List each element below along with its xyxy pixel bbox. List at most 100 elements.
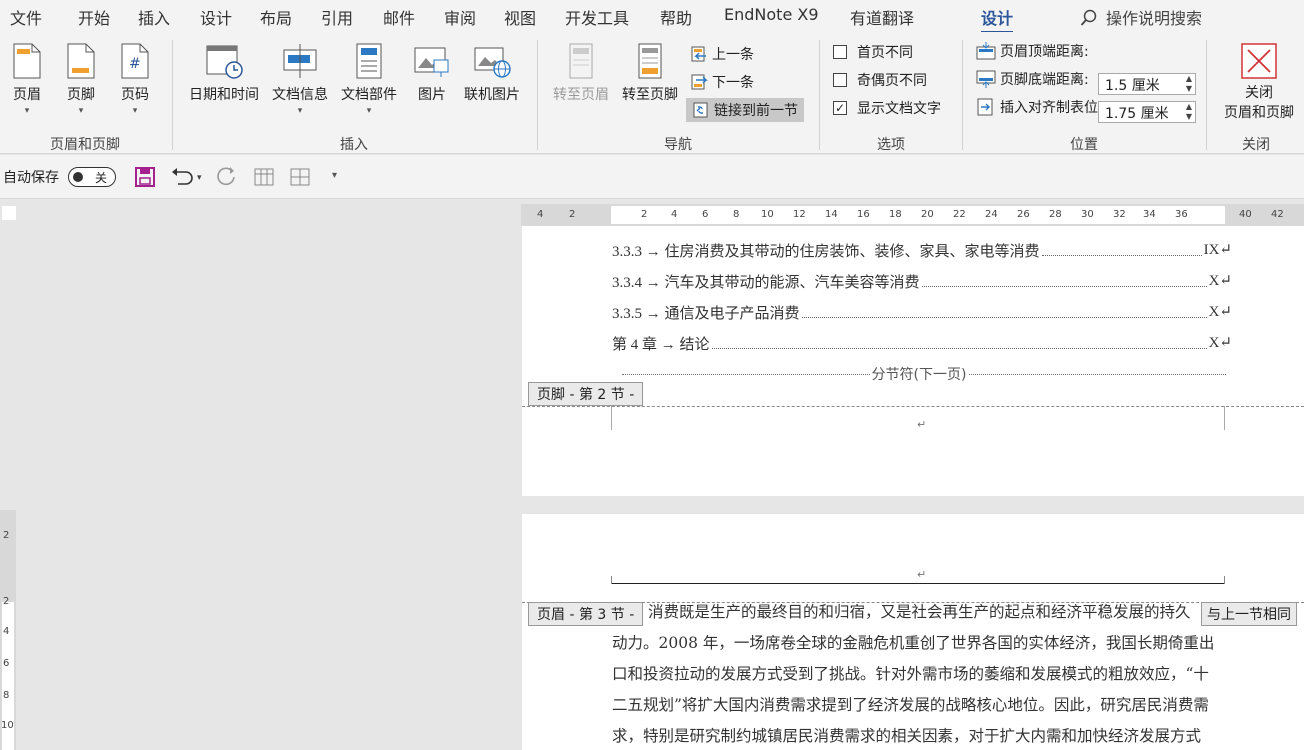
svg-text:▾: ▾	[197, 173, 202, 183]
ribbon-divider	[537, 40, 538, 150]
ruler-tick: 2	[3, 530, 10, 541]
group-insert-label: 插入	[340, 137, 368, 153]
document-info-icon	[283, 44, 317, 78]
checkbox-checked: ✓	[833, 101, 847, 115]
header-top-distance-input[interactable]: 1.5 厘米 ▲ ▼	[1098, 73, 1196, 95]
calendar-clock-icon	[206, 45, 243, 79]
body-line: 求，特别是研究制约城镇居民消费需求的相关因素，对于扩大内需和加快经济发展方式	[612, 727, 1202, 745]
header-button[interactable]: 页眉 ▾	[8, 42, 46, 116]
link-to-previous-button[interactable]: 链接到前一节	[686, 98, 804, 122]
ruler-tick: 18	[889, 209, 902, 220]
insert-alignment-tab-button[interactable]: 插入对齐制表位	[976, 97, 1098, 117]
toc-entry[interactable]: 3.3.4 → 汽车及其带动的能源、汽车美容等消费 X↵	[612, 271, 1232, 292]
autosave-toggle[interactable]: 关	[68, 167, 116, 187]
body-line: 消费既是生产的最终目的和归宿，又是社会再生产的起点和经济平稳发展的持久	[648, 603, 1191, 621]
document-info-button[interactable]: 文档信息 ▾	[270, 42, 330, 116]
toc-entry[interactable]: 3.3.3 → 住房消费及其带动的住房装饰、装修、家具、家电等消费 IX↵	[612, 240, 1232, 261]
ruler-tick: 8	[3, 690, 10, 701]
previous-button[interactable]: 上一条	[690, 44, 754, 64]
tab-design[interactable]: 设计	[200, 5, 232, 29]
footer-icon	[67, 43, 95, 79]
different-odd-even-checkbox[interactable]: 奇偶页不同	[833, 70, 927, 90]
customize-qat-icon[interactable]: ▾	[332, 170, 337, 181]
ruler-tick: 34	[1143, 209, 1156, 220]
ribbon-divider	[819, 40, 820, 150]
toc-entry[interactable]: 3.3.5 → 通信及电子产品消费 X↵	[612, 302, 1232, 323]
ribbon-divider	[172, 40, 173, 150]
group-position-label: 位置	[1070, 137, 1098, 153]
horizontal-ruler[interactable]: 4 2 2 4 6 8 10 12 14 16 18 20 22 24 26 2…	[521, 204, 1304, 226]
spinner-arrows[interactable]: ▲ ▼	[1186, 102, 1192, 122]
goto-header-button[interactable]: 转至页眉	[550, 42, 612, 104]
ruler-tick: 4	[671, 209, 678, 220]
tab-help[interactable]: 帮助	[660, 5, 692, 29]
different-first-page-checkbox[interactable]: 首页不同	[833, 42, 913, 62]
body-line: 二五规划”将扩大国内消费需求提到了经济发展的战略核心地位。因此，研究居民消费需	[612, 696, 1209, 714]
autosave-label: 自动保存	[3, 170, 59, 186]
table-layout-icon[interactable]	[289, 166, 311, 188]
footer-section-tag: 页脚 - 第 2 节 -	[528, 382, 644, 406]
tab-youdao[interactable]: 有道翻译	[850, 5, 914, 29]
picture-button[interactable]: 图片	[410, 42, 454, 104]
undo-icon[interactable]: ▾	[170, 166, 206, 188]
header-icon	[13, 43, 41, 79]
ruler-tick: 2	[3, 596, 10, 607]
tab-view[interactable]: 视图	[504, 5, 536, 29]
online-picture-button[interactable]: 联机图片	[462, 42, 522, 104]
online-picture-icon	[474, 47, 511, 78]
ribbon-divider	[1206, 40, 1207, 150]
tab-home[interactable]: 开始	[78, 5, 110, 29]
goto-footer-icon	[638, 43, 662, 79]
document-parts-icon	[356, 43, 382, 79]
next-button[interactable]: 下一条	[690, 72, 754, 92]
paragraph-mark: ↵	[917, 418, 927, 431]
footer-bottom-distance-input[interactable]: 1.75 厘米 ▲ ▼	[1098, 101, 1196, 123]
same-as-previous-tag: 与上一节相同	[1201, 602, 1297, 626]
footer-button[interactable]: 页脚 ▾	[62, 42, 100, 116]
ruler-tick: 8	[733, 209, 740, 220]
tab-developer[interactable]: 开发工具	[565, 5, 629, 29]
toc-entry[interactable]: 第 4 章 → 结论 X↵	[612, 333, 1232, 354]
ruler-tick: 32	[1113, 209, 1126, 220]
search-box[interactable]: 操作说明搜索	[1080, 5, 1202, 29]
tab-insert[interactable]: 插入	[138, 5, 170, 29]
goto-footer-button[interactable]: 转至页脚	[619, 42, 681, 104]
table-grid-icon[interactable]	[253, 166, 275, 188]
svg-text:#: #	[129, 56, 141, 72]
tab-layout[interactable]: 布局	[260, 5, 292, 29]
header-section-tag: 页眉 - 第 3 节 -	[528, 602, 644, 626]
tab-endnote[interactable]: EndNote X9	[724, 5, 819, 24]
page-number-icon: #	[121, 43, 149, 79]
tab-selector[interactable]	[2, 206, 16, 220]
tab-file[interactable]: 文件	[10, 5, 42, 29]
footer-position-icon	[976, 70, 996, 88]
page-number-button[interactable]: # 页码 ▾	[116, 42, 154, 116]
document-parts-button[interactable]: 文档部件 ▾	[338, 42, 400, 116]
date-time-button[interactable]: 日期和时间	[186, 42, 262, 104]
ribbon: 页眉 ▾ 页脚 ▾ # 页码 ▾ 页眉和页脚 日期和时间 文档信息 ▾ 文档部件 ▾ 图片…	[0, 32, 1304, 154]
margin-corner	[611, 406, 612, 430]
ruler-tick: 28	[1049, 209, 1062, 220]
spinner-arrows[interactable]: ▲ ▼	[1186, 74, 1192, 94]
toggle-knob	[73, 172, 83, 182]
ruler-tick: 12	[793, 209, 806, 220]
save-icon[interactable]	[134, 166, 156, 188]
close-header-footer-button[interactable]: 关闭 页眉和页脚	[1218, 42, 1300, 122]
ruler-tick: 24	[985, 209, 998, 220]
group-header-footer-label: 页眉和页脚	[50, 137, 120, 153]
page-section-2[interactable]	[522, 226, 1304, 496]
show-document-text-checkbox[interactable]: ✓ 显示文档文字	[833, 98, 941, 118]
body-paragraph[interactable]: 消费既是生产的最终目的和归宿，又是社会再生产的起点和经济平稳发展的持久 动力。2…	[612, 597, 1226, 750]
margin-corner	[1224, 406, 1225, 430]
tab-header-footer-design[interactable]: 设计	[981, 5, 1014, 34]
ruler-tick: 42	[1271, 209, 1284, 220]
next-icon	[691, 74, 708, 90]
tab-references[interactable]: 引用	[321, 5, 353, 29]
ruler-tick: 2	[569, 209, 576, 220]
group-navigation-label: 导航	[664, 137, 692, 153]
tab-review[interactable]: 审阅	[444, 5, 476, 29]
tab-mailings[interactable]: 邮件	[383, 5, 415, 29]
vertical-ruler[interactable]: 2 2 4 6 8 10	[0, 510, 16, 750]
redo-icon[interactable]	[216, 166, 238, 188]
ruler-tick: 16	[857, 209, 870, 220]
